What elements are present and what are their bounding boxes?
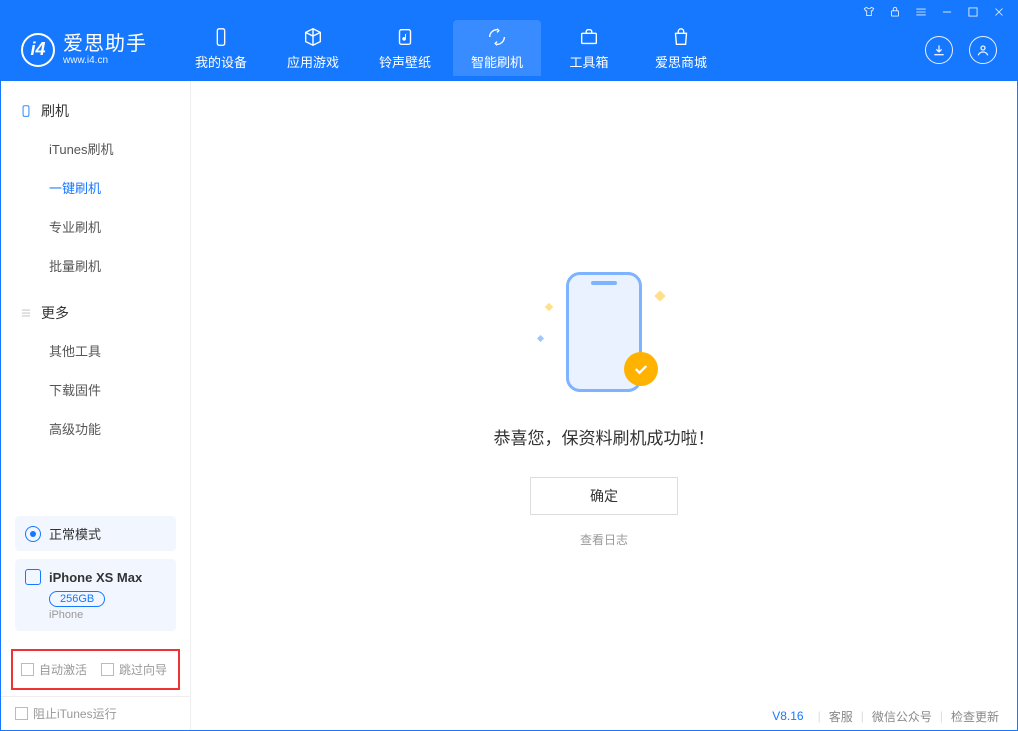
tab-apps[interactable]: 应用游戏 bbox=[269, 20, 357, 76]
checkbox-block-itunes[interactable]: 阻止iTunes运行 bbox=[15, 705, 117, 722]
bottom-bar: V8.16 | 客服 | 微信公众号 | 检查更新 bbox=[754, 702, 1017, 730]
device-type: iPhone bbox=[49, 609, 166, 621]
check-update-link[interactable]: 检查更新 bbox=[951, 708, 999, 725]
sidebar-item-oneclick[interactable]: 一键刷机 bbox=[1, 168, 190, 207]
tab-label: 铃声壁纸 bbox=[379, 52, 431, 71]
device-card[interactable]: iPhone XS Max 256GB iPhone bbox=[15, 559, 176, 631]
checkbox-icon bbox=[101, 663, 114, 676]
app-name: 爱思助手 bbox=[63, 33, 147, 55]
body: 刷机 iTunes刷机 一键刷机 专业刷机 批量刷机 更多 其他工具 下载固件 … bbox=[1, 81, 1017, 730]
tab-store[interactable]: 爱思商城 bbox=[637, 20, 725, 76]
device-name: iPhone XS Max bbox=[49, 570, 142, 585]
tab-label: 应用游戏 bbox=[287, 52, 339, 71]
device-small-icon bbox=[25, 569, 41, 585]
logo: i4 爱思助手 www.i4.cn bbox=[21, 33, 147, 67]
menu-icon[interactable] bbox=[913, 4, 929, 20]
mode-text: 正常模式 bbox=[49, 524, 101, 543]
maximize-icon[interactable] bbox=[965, 4, 981, 20]
success-illustration bbox=[544, 264, 664, 404]
wechat-link[interactable]: 微信公众号 bbox=[872, 708, 932, 725]
sidebar-item-firmware[interactable]: 下载固件 bbox=[1, 370, 190, 409]
check-badge-icon bbox=[624, 352, 658, 386]
minimize-icon[interactable] bbox=[939, 4, 955, 20]
checkbox-icon bbox=[21, 663, 34, 676]
status-dot-icon bbox=[25, 526, 41, 542]
version-text: V8.16 bbox=[772, 709, 803, 723]
highlighted-options: 自动激活 跳过向导 bbox=[11, 649, 180, 690]
checkbox-auto-activate[interactable]: 自动激活 bbox=[21, 661, 87, 678]
storage-pill: 256GB bbox=[49, 591, 105, 607]
tab-toolbox[interactable]: 工具箱 bbox=[545, 20, 633, 76]
cube-icon bbox=[302, 26, 324, 48]
checkbox-label: 跳过向导 bbox=[119, 661, 167, 678]
side-footer: 阻止iTunes运行 bbox=[1, 696, 190, 730]
nav-tabs: 我的设备 应用游戏 铃声壁纸 智能刷机 工具箱 爱思商城 bbox=[177, 23, 725, 76]
support-link[interactable]: 客服 bbox=[829, 708, 853, 725]
sidebar-item-itunes[interactable]: iTunes刷机 bbox=[1, 129, 190, 168]
tab-flash[interactable]: 智能刷机 bbox=[453, 20, 541, 76]
bag-icon bbox=[670, 26, 692, 48]
user-icon[interactable] bbox=[969, 36, 997, 64]
tab-ringtones[interactable]: 铃声壁纸 bbox=[361, 20, 449, 76]
success-message: 恭喜您，保资料刷机成功啦！ bbox=[494, 424, 715, 449]
ok-button[interactable]: 确定 bbox=[530, 477, 678, 515]
tab-label: 智能刷机 bbox=[471, 52, 523, 71]
sidebar-item-pro[interactable]: 专业刷机 bbox=[1, 207, 190, 246]
tab-device[interactable]: 我的设备 bbox=[177, 20, 265, 76]
tab-label: 我的设备 bbox=[195, 52, 247, 71]
checkbox-icon bbox=[15, 707, 28, 720]
list-icon bbox=[19, 306, 33, 320]
tab-label: 工具箱 bbox=[569, 52, 608, 71]
checkbox-label: 自动激活 bbox=[39, 661, 87, 678]
tshirt-icon[interactable] bbox=[861, 4, 877, 20]
device-icon bbox=[210, 26, 232, 48]
sidebar-item-other[interactable]: 其他工具 bbox=[1, 331, 190, 370]
tab-label: 爱思商城 bbox=[655, 52, 707, 71]
briefcase-icon bbox=[578, 26, 600, 48]
window: i4 爱思助手 www.i4.cn 我的设备 应用游戏 铃声壁纸 智能刷机 bbox=[0, 0, 1018, 731]
sidebar: 刷机 iTunes刷机 一键刷机 专业刷机 批量刷机 更多 其他工具 下载固件 … bbox=[1, 81, 191, 730]
sidebar-item-batch[interactable]: 批量刷机 bbox=[1, 246, 190, 285]
group-title-text: 更多 bbox=[41, 303, 69, 323]
phone-icon bbox=[19, 104, 33, 118]
group-title-text: 刷机 bbox=[41, 101, 69, 121]
music-icon bbox=[394, 26, 416, 48]
close-icon[interactable] bbox=[991, 4, 1007, 20]
mode-card[interactable]: 正常模式 bbox=[15, 516, 176, 551]
side-group-more: 更多 bbox=[1, 295, 190, 331]
view-log-link[interactable]: 查看日志 bbox=[580, 531, 628, 548]
spark-icon bbox=[537, 334, 544, 341]
lock-icon[interactable] bbox=[887, 4, 903, 20]
app-url: www.i4.cn bbox=[63, 55, 147, 66]
logo-mark-icon: i4 bbox=[21, 33, 55, 67]
side-group-flash: 刷机 bbox=[1, 93, 190, 129]
spark-icon bbox=[654, 290, 665, 301]
checkbox-skip-guide[interactable]: 跳过向导 bbox=[101, 661, 167, 678]
main-content: 恭喜您，保资料刷机成功啦！ 确定 查看日志 V8.16 | 客服 | 微信公众号… bbox=[191, 81, 1017, 730]
spark-icon bbox=[545, 302, 553, 310]
checkbox-label: 阻止iTunes运行 bbox=[33, 705, 117, 722]
header: i4 爱思助手 www.i4.cn 我的设备 应用游戏 铃声壁纸 智能刷机 bbox=[1, 23, 1017, 81]
sidebar-item-advanced[interactable]: 高级功能 bbox=[1, 409, 190, 448]
download-icon[interactable] bbox=[925, 36, 953, 64]
refresh-icon bbox=[486, 26, 508, 48]
